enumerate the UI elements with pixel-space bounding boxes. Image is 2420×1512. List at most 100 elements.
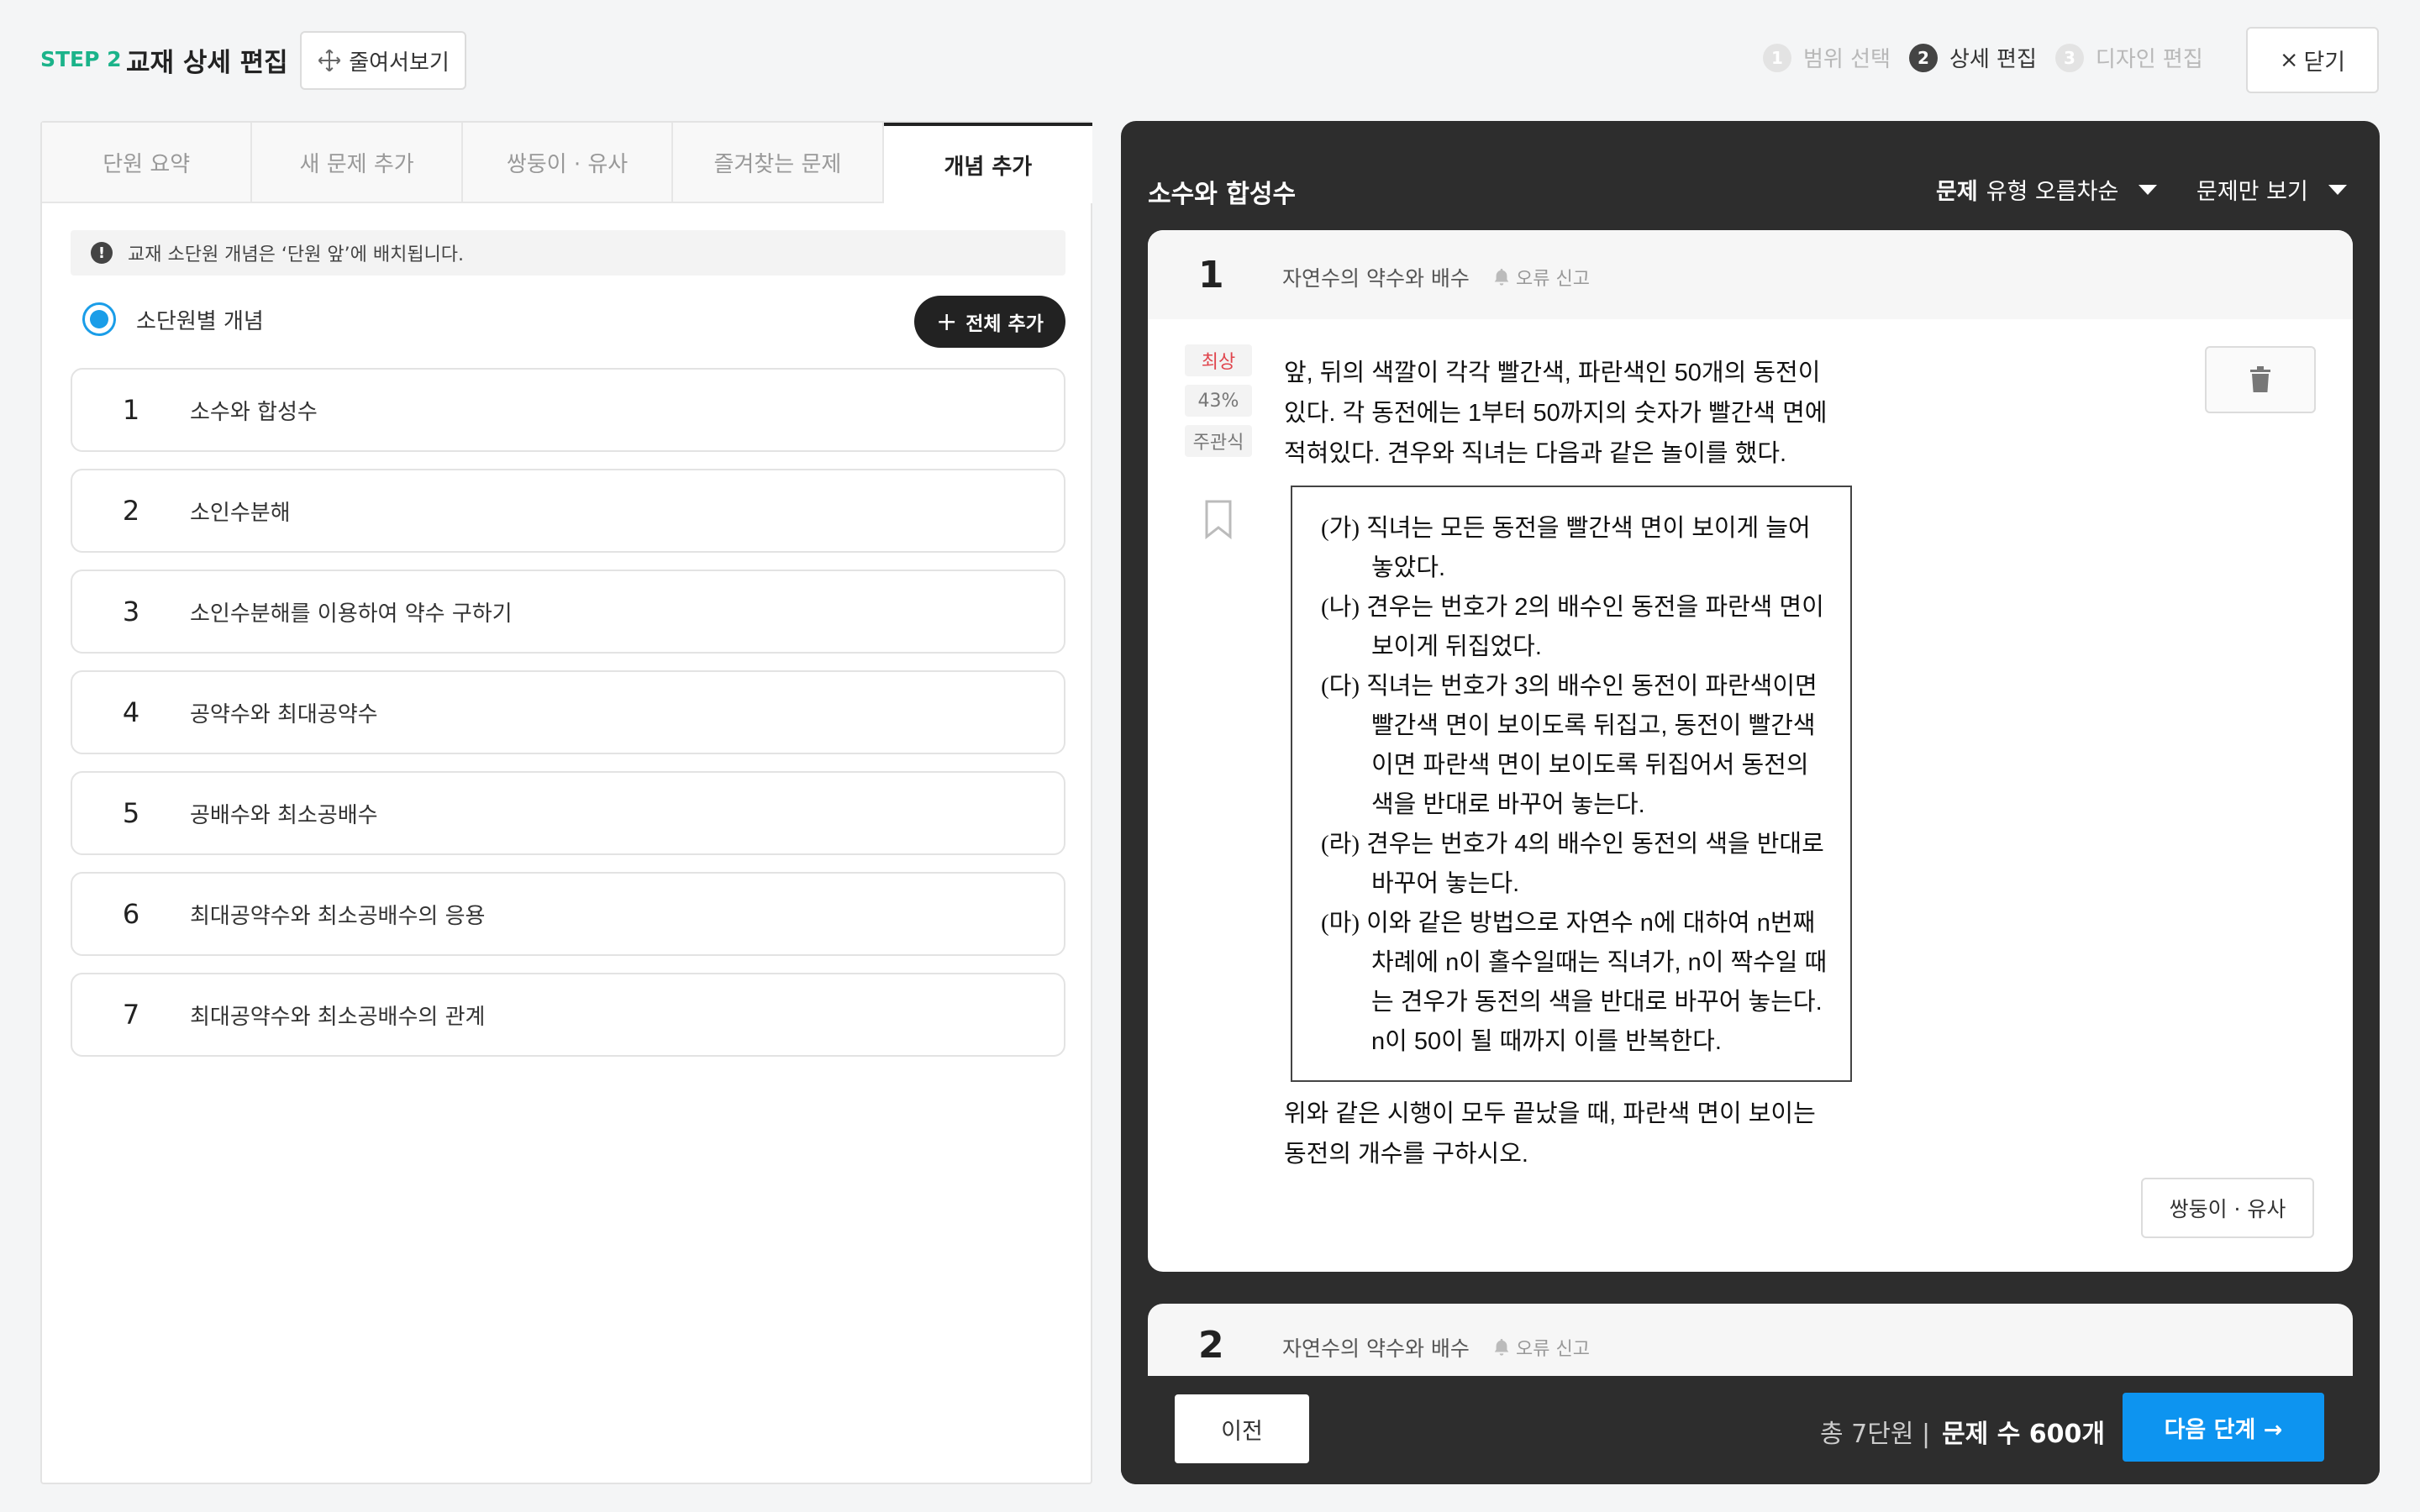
concept-number: 2 (122, 495, 140, 527)
notice-banner: ! 교재 소단원 개념은 ‘단원 앞’에 배치됩니다. (71, 230, 1065, 276)
twin-similar-button[interactable]: 쌍둥이 · 유사 (2141, 1178, 2314, 1238)
radio-label: 소단원별 개념 (136, 308, 264, 334)
filter-value: 문제만 보기 (2196, 179, 2308, 205)
concept-radio-option[interactable]: 소단원별 개념 (82, 294, 264, 344)
concept-label: 소인수분해를 이용하여 약수 구하기 (190, 601, 513, 627)
condition-mark: (마) (1321, 910, 1360, 937)
report-error-link[interactable]: 오류 신고 (1492, 1334, 1590, 1361)
question-badges: 최상 43% 주관식 (1185, 344, 1252, 457)
left-panel: 단원 요약 새 문제 추가 쌍둥이 · 유사 즐겨찾는 문제 개념 추가 ! 교… (40, 121, 1093, 1484)
condition-text: 직녀는 모든 동전을 빨간색 면이 보이게 늘어놓았다. (1366, 515, 1811, 581)
condition-text: 이와 같은 방법으로 자연수 n에 대하여 n번째 차례에 n이 홀수일때는 직… (1366, 910, 1828, 1055)
question-unit: 자연수의 약수와 배수 (1282, 1336, 1470, 1361)
header: STEP 2 교재 상세 편집 줄여서보기 1 범위 선택 2 상세 편집 3 … (0, 0, 2420, 121)
previous-button[interactable]: 이전 (1175, 1394, 1309, 1463)
concept-label: 소인수분해 (190, 500, 291, 526)
delete-button[interactable] (2205, 346, 2316, 413)
question-unit: 자연수의 약수와 배수 (1282, 266, 1470, 291)
tab-add-concept[interactable]: 개념 추가 (883, 123, 1093, 203)
question-conditions-box: (가) 직녀는 모든 동전을 빨간색 면이 보이게 늘어놓았다. (나) 견우는… (1291, 486, 1852, 1082)
step-1-number: 1 (1763, 43, 1791, 72)
sort-value: 유형 오름차순 (1986, 179, 2119, 205)
notice-text: 교재 소단원 개념은 ‘단원 앞’에 배치됩니다. (128, 244, 465, 265)
concept-number: 3 (122, 596, 140, 627)
concept-number: 4 (122, 696, 140, 728)
add-all-label: 전체 추가 (965, 313, 1044, 335)
tab-new-question[interactable]: 새 문제 추가 (252, 123, 463, 203)
question-type-badge: 주관식 (1185, 425, 1252, 457)
concept-label: 공약수와 최대공약수 (190, 701, 378, 727)
question-number: 2 (1198, 1324, 1224, 1367)
total-questions: 문제 수 600개 (1942, 1420, 2105, 1449)
tab-unit-summary[interactable]: 단원 요약 (42, 123, 253, 203)
concept-item[interactable]: 3 소인수분해를 이용하여 약수 구하기 (71, 570, 1065, 654)
step-1: 1 범위 선택 (1763, 42, 1891, 73)
concept-number: 1 (122, 394, 140, 426)
close-icon: × (2279, 47, 2299, 73)
concept-item[interactable]: 7 최대공약수와 최소공배수의 관계 (71, 973, 1065, 1057)
step-2-number: 2 (1908, 43, 1938, 72)
move-arrows-icon (318, 49, 341, 72)
sort-dropdown[interactable]: 문제 유형 오름차순 (1936, 173, 2158, 206)
zoom-out-label: 줄여서보기 (349, 50, 450, 76)
condition-mark: (라) (1321, 831, 1360, 858)
info-icon: ! (91, 242, 113, 264)
step-indicator: 1 범위 선택 2 상세 편집 3 디자인 편집 (1763, 42, 2222, 73)
step-2: 2 상세 편집 (1908, 42, 2037, 73)
condition-item: (라) 견우는 번호가 4의 배수인 동전의 색을 반대로 바꾸어 놓는다. (1321, 825, 1830, 904)
condition-item: (나) 견우는 번호가 2의 배수인 동전을 파란색 면이 보이게 뒤집었다. (1321, 588, 1830, 667)
concept-item[interactable]: 1 소수와 합성수 (71, 368, 1065, 452)
question-intro: 앞, 뒤의 색깔이 각각 빨간색, 파란색인 50개의 동전이 있다. 각 동전… (1284, 360, 1828, 467)
condition-item: (다) 직녀는 번호가 3의 배수인 동전이 파란색이면 빨간색 면이 보이도록… (1321, 667, 1830, 825)
step-1-label: 범위 선택 (1803, 47, 1891, 72)
preview-title: 소수와 합성수 (1148, 180, 1297, 209)
step-3-number: 3 (2054, 43, 2084, 72)
close-label: 닫기 (2303, 50, 2346, 76)
difficulty-badge: 최상 (1185, 344, 1252, 376)
concept-item[interactable]: 4 공약수와 최대공약수 (71, 670, 1065, 754)
concept-item[interactable]: 2 소인수분해 (71, 469, 1065, 553)
close-button[interactable]: × 닫기 (2246, 27, 2379, 93)
concept-list: 1 소수와 합성수 2 소인수분해 3 소인수분해를 이용하여 약수 구하기 4… (71, 368, 1065, 1074)
add-all-button[interactable]: + 전체 추가 (914, 296, 1065, 348)
question-number: 1 (1198, 254, 1224, 297)
condition-text: 견우는 번호가 2의 배수인 동전을 파란색 면이 보이게 뒤집었다. (1366, 594, 1824, 660)
concept-label: 최대공약수와 최소공배수의 관계 (190, 1004, 486, 1030)
radio-selected-icon[interactable] (82, 302, 116, 336)
report-error-label: 오류 신고 (1516, 1339, 1590, 1360)
tab-favorites[interactable]: 즐겨찾는 문제 (673, 123, 884, 203)
concept-number: 6 (122, 898, 140, 930)
step-label: STEP 2 (40, 47, 122, 71)
caret-down-icon (2139, 184, 2158, 195)
sort-prefix: 문제 (1936, 179, 1978, 205)
zoom-out-button[interactable]: 줄여서보기 (300, 31, 466, 90)
step-2-label: 상세 편집 (1949, 47, 2037, 72)
tab-bar: 단원 요약 새 문제 추가 쌍둥이 · 유사 즐겨찾는 문제 개념 추가 (42, 123, 1093, 203)
report-error-link[interactable]: 오류 신고 (1492, 264, 1590, 291)
question-card-header: 1 자연수의 약수와 배수 오류 신고 (1148, 230, 2353, 319)
concept-number: 7 (122, 999, 140, 1031)
concept-item[interactable]: 6 최대공약수와 최소공배수의 응용 (71, 872, 1065, 956)
step-3: 3 디자인 편집 (2054, 42, 2203, 73)
page-title: 교재 상세 편집 (126, 48, 288, 78)
question-card: 1 자연수의 약수와 배수 오류 신고 최상 43% 주관식 앞, 뒤의 색깔이… (1148, 230, 2353, 1272)
concept-label: 공배수와 최소공배수 (190, 802, 378, 828)
concept-number: 5 (122, 797, 140, 829)
accuracy-badge: 43% (1185, 385, 1252, 417)
question-prompt: 위와 같은 시행이 모두 끝났을 때, 파란색 면이 보이는 동전의 개수를 구… (1284, 1100, 1816, 1168)
preview-panel: 소수와 합성수 문제 유형 오름차순 문제만 보기 1 자연수의 약수와 배수 … (1121, 121, 2380, 1484)
trash-icon (2250, 366, 2270, 392)
filter-dropdown[interactable]: 문제만 보기 (2196, 173, 2347, 206)
step-3-label: 디자인 편집 (2095, 47, 2203, 72)
condition-mark: (나) (1321, 594, 1360, 621)
caret-down-icon (2328, 184, 2347, 195)
condition-mark: (가) (1321, 515, 1360, 542)
tab-twin-similar[interactable]: 쌍둥이 · 유사 (462, 123, 674, 203)
bookmark-icon[interactable] (1203, 499, 1234, 539)
bell-icon (1494, 268, 1509, 286)
condition-text: 견우는 번호가 4의 배수인 동전의 색을 반대로 바꾸어 놓는다. (1366, 831, 1824, 897)
totals-summary: 총 7단원 | 문제 수 600개 (1820, 1413, 2105, 1450)
plus-icon: + (936, 307, 958, 337)
concept-item[interactable]: 5 공배수와 최소공배수 (71, 771, 1065, 855)
next-step-button[interactable]: 다음 단계 → (2123, 1393, 2324, 1462)
